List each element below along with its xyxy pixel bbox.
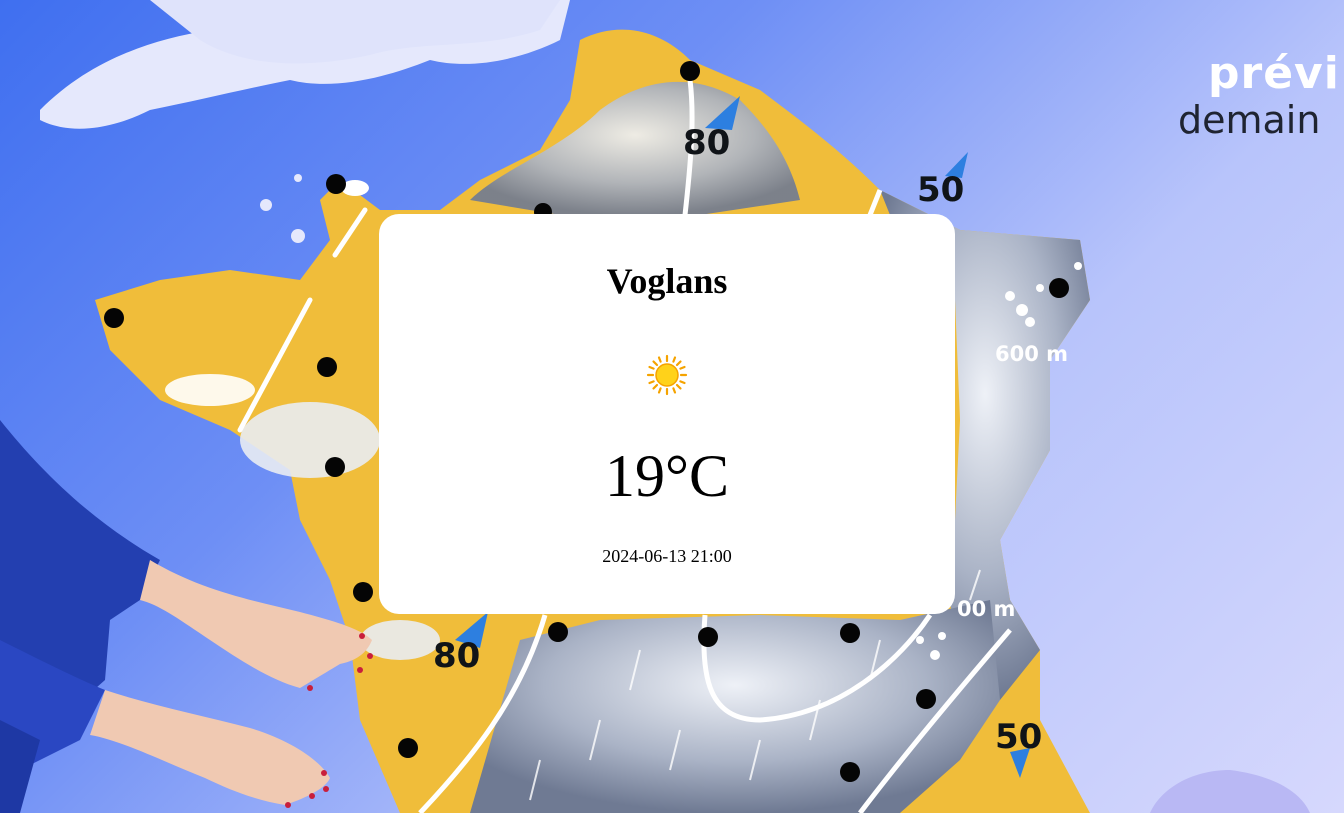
island-southeast: [1150, 770, 1310, 813]
broadcast-title-line2: demain: [1178, 98, 1321, 142]
wind-speed-label-southeast: 50: [995, 717, 1043, 757]
broadcast-title-line1: prévi: [1208, 48, 1340, 99]
forecast-datetime: 2024-06-13 21:00: [602, 546, 732, 566]
temperature-value: 19°C: [604, 443, 729, 509]
weather-card: Voglans 19°C 2024-06-13 21:00: [379, 214, 955, 614]
city-name: Voglans: [606, 261, 728, 301]
wind-speed-label-north: 80: [683, 123, 731, 163]
presenter-hand-lower: [90, 690, 330, 805]
wind-speed-label-northeast: 50: [917, 170, 965, 210]
altitude-label-east: 600 m: [995, 342, 1069, 366]
weather-broadcast-background: prévi demain 80 50 80 50 600 m 00 m Vogl…: [0, 0, 1344, 813]
wind-speed-label-southwest: 80: [433, 636, 481, 676]
sun-icon: [646, 354, 688, 396]
altitude-label-southeast: 00 m: [957, 597, 1016, 621]
